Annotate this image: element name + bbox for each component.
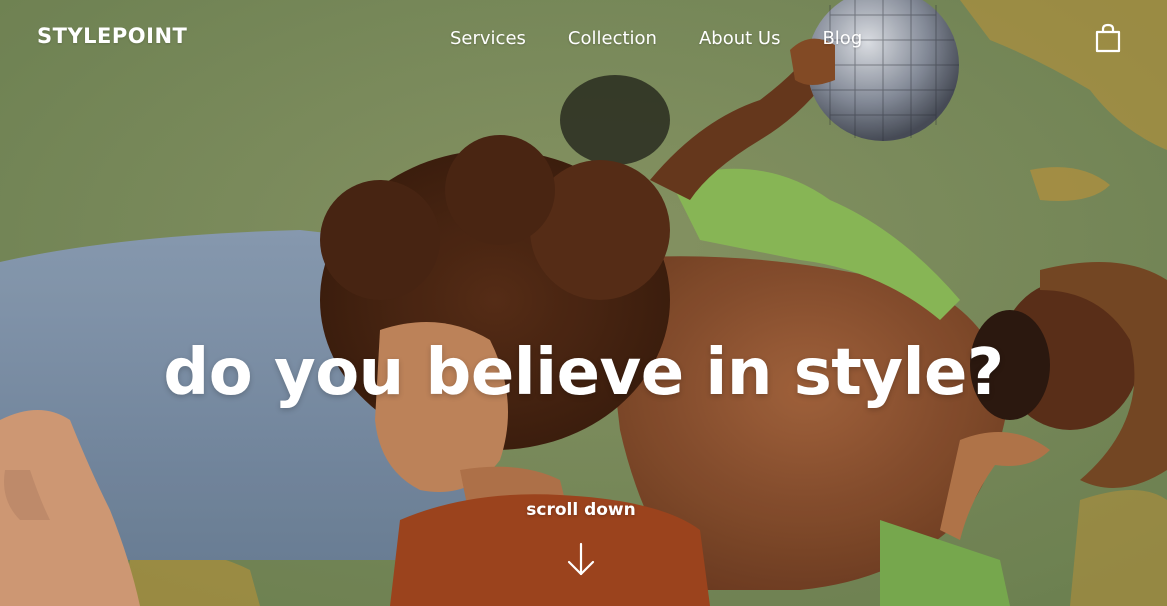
nav-item-collection[interactable]: Collection — [568, 28, 657, 49]
main-nav: Services Collection About Us Blog — [450, 28, 862, 49]
nav-item-services[interactable]: Services — [450, 28, 526, 49]
arrow-down-icon[interactable] — [566, 542, 596, 578]
hero-section: STYLEPOINT Services Collection About Us … — [0, 0, 1167, 606]
hero-headline: do you believe in style? — [163, 336, 1004, 410]
nav-item-about-us[interactable]: About Us — [699, 28, 781, 49]
nav-item-blog[interactable]: Blog — [822, 28, 862, 49]
shopping-bag-icon[interactable] — [1094, 23, 1122, 53]
brand-logo[interactable]: STYLEPOINT — [37, 24, 187, 48]
scroll-down-link[interactable]: scroll down — [0, 500, 1162, 520]
